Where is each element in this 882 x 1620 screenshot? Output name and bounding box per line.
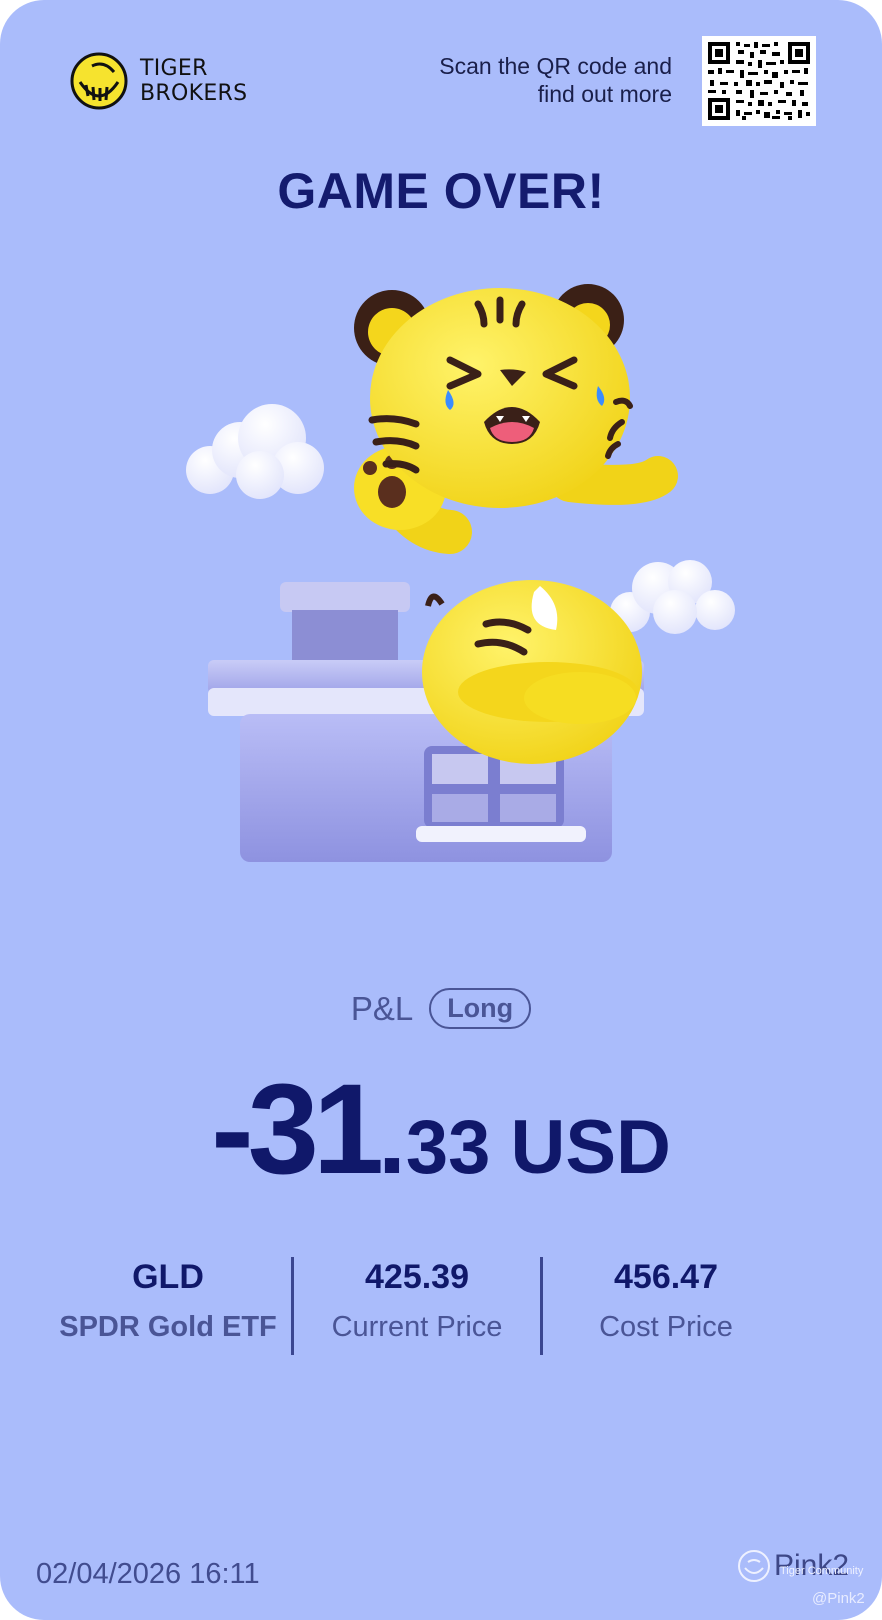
share-card: TIGER BROKERS Scan the QR code and find …	[0, 0, 882, 1620]
watermark-handle: @Pink2	[812, 1590, 865, 1607]
brand-line-1: TIGER	[140, 56, 208, 81]
pl-amount-integer: -31	[211, 1058, 384, 1201]
pl-amount-decimal-point: .	[378, 1083, 406, 1195]
game-over-title: GAME OVER!	[277, 163, 605, 219]
qr-code[interactable]	[702, 36, 816, 126]
pl-header: P&L Long	[0, 988, 882, 1029]
stats-row: GLD SPDR Gold ETF 425.39 Current Price 4…	[0, 1257, 882, 1357]
crying-tiger-illustration	[186, 284, 735, 862]
cost-price-label: Cost Price	[599, 1311, 733, 1343]
tiger-brokers-logo-icon	[70, 52, 128, 110]
stat-ticker: GLD SPDR Gold ETF	[48, 1257, 288, 1344]
timestamp: 02/04/2026 16:11	[36, 1558, 260, 1590]
qr-code-icon	[708, 42, 810, 120]
cloud-left	[186, 404, 324, 499]
community-watermark-icon	[738, 1550, 770, 1582]
current-price-value: 425.39	[365, 1258, 469, 1296]
cost-price-value: 456.47	[614, 1258, 718, 1296]
stat-current-price: 425.39 Current Price	[297, 1257, 537, 1344]
cloud-right	[610, 560, 735, 634]
stat-divider	[291, 1257, 294, 1355]
pl-currency: USD	[510, 1105, 671, 1190]
scan-line-2: find out more	[537, 81, 672, 107]
pl-label: P&L	[350, 989, 414, 1027]
stat-divider	[540, 1257, 543, 1355]
stat-cost-price: 456.47 Cost Price	[546, 1257, 786, 1344]
scan-prompt: Scan the QR code and find out more	[412, 52, 672, 108]
brand-line-2: BROKERS	[140, 81, 248, 106]
pl-amount-fraction: 33	[405, 1105, 491, 1190]
position-badge: Long	[429, 988, 532, 1029]
ticker-symbol: GLD	[132, 1258, 204, 1296]
watermark-community-label: Tiger Community	[780, 1565, 864, 1577]
brand-name: TIGER BROKERS	[140, 56, 247, 106]
brand-logo: TIGER BROKERS	[70, 52, 247, 110]
current-price-label: Current Price	[331, 1311, 503, 1343]
pl-amount: -31.33 USD	[0, 1056, 882, 1203]
ticker-name: SPDR Gold ETF	[59, 1311, 277, 1343]
scan-line-1: Scan the QR code and	[439, 53, 672, 79]
